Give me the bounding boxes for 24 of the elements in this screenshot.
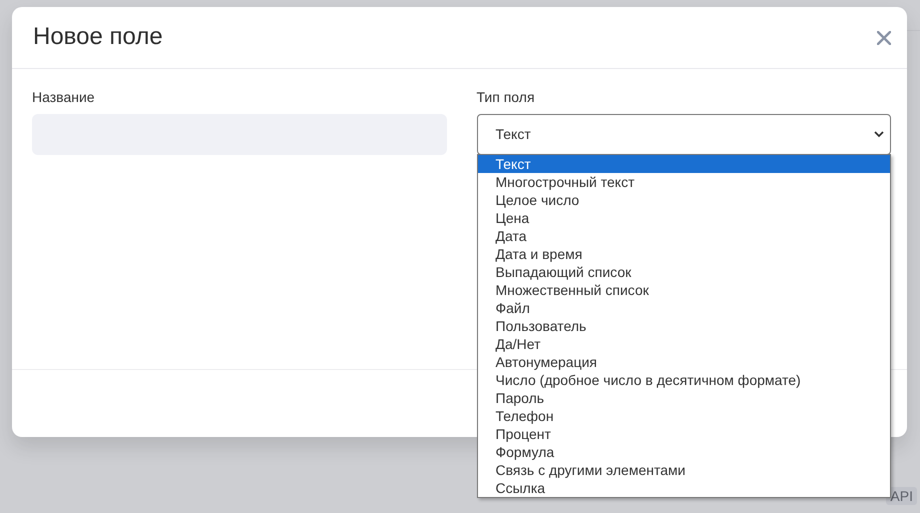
chevron-down-icon	[874, 131, 884, 138]
close-icon[interactable]	[877, 30, 891, 44]
dropdown-option[interactable]: Выпадающий список	[478, 263, 890, 281]
dropdown-option[interactable]: Дата и время	[478, 245, 890, 263]
dropdown-option[interactable]: Число (дробное число в десятичном формате)	[478, 371, 890, 389]
dropdown-option[interactable]: Многострочный текст	[478, 173, 890, 191]
dropdown-option[interactable]: Пароль	[478, 389, 890, 407]
dropdown-option[interactable]: Цена	[478, 209, 890, 227]
field-label: Тип поля	[476, 88, 536, 106]
dropdown-option[interactable]: Связь с другими элементами	[478, 461, 890, 479]
dropdown-option[interactable]: Процент	[478, 425, 890, 443]
dropdown-option[interactable]: Целое число	[478, 191, 890, 209]
dropdown-option[interactable]: Файл	[478, 299, 890, 317]
dropdown-option[interactable]: Автонумерация	[478, 353, 890, 371]
dropdown-option[interactable]: Множественный список	[478, 281, 890, 299]
dropdown-option[interactable]: Текст	[478, 155, 890, 173]
dropdown-option[interactable]: Пользователь	[478, 317, 890, 335]
dropdown-option[interactable]: Телефон	[478, 407, 890, 425]
dialog-title: Новое поле	[33, 22, 163, 52]
field-label: Название	[32, 88, 96, 106]
dropdown-option[interactable]: Формула	[478, 443, 890, 461]
dropdown-option[interactable]: Да/Нет	[478, 335, 890, 353]
dropdown-option[interactable]: Дата	[478, 227, 890, 245]
tag: API	[886, 487, 917, 505]
